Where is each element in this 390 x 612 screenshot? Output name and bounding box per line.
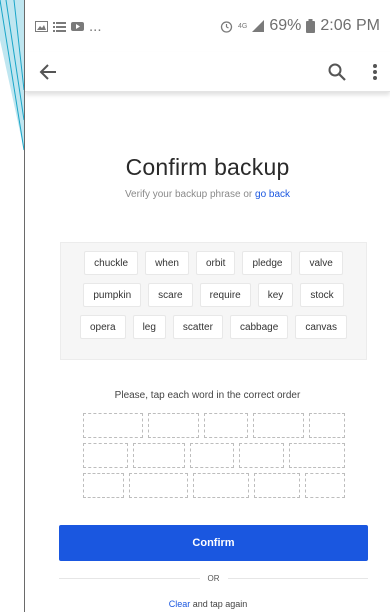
- word-chip[interactable]: leg: [132, 315, 166, 339]
- word-chip[interactable]: pledge: [242, 251, 293, 275]
- word-slot[interactable]: [309, 413, 345, 438]
- confirm-button[interactable]: Confirm: [59, 525, 368, 561]
- word-row-3: opera leg scatter cabbage canvas: [65, 315, 362, 339]
- list-notification-icon: [53, 21, 66, 32]
- network-type-label: 4G: [238, 22, 248, 30]
- clear-link[interactable]: Clear: [169, 599, 191, 609]
- word-slot[interactable]: [289, 443, 345, 468]
- word-slot[interactable]: [253, 413, 304, 438]
- word-slot[interactable]: [83, 443, 128, 468]
- word-slot[interactable]: [193, 473, 249, 498]
- word-slot[interactable]: [204, 413, 248, 438]
- slot-row-2: [83, 443, 345, 468]
- status-left-icons: ...: [35, 18, 102, 35]
- or-divider: OR: [59, 571, 368, 585]
- more-vertical-icon[interactable]: [372, 63, 378, 81]
- word-slot[interactable]: [190, 443, 234, 468]
- word-chip[interactable]: scare: [148, 283, 193, 307]
- battery-icon: [306, 19, 316, 33]
- word-chip[interactable]: chuckle: [84, 251, 139, 275]
- word-slot[interactable]: [129, 473, 188, 498]
- status-right-icons: 4G 69% 2:06 PM: [220, 17, 380, 35]
- word-chip[interactable]: require: [199, 283, 251, 307]
- alarm-icon: [220, 20, 233, 33]
- clear-suffix-text: and tap again: [190, 599, 248, 609]
- word-chip[interactable]: cabbage: [229, 315, 289, 339]
- signal-icon: [252, 20, 265, 32]
- image-notification-icon: [35, 20, 48, 32]
- word-slot[interactable]: [83, 473, 124, 498]
- app-bar-actions: [328, 63, 378, 81]
- app-bar: [25, 52, 390, 92]
- word-slot[interactable]: [305, 473, 345, 498]
- word-chip[interactable]: valve: [299, 251, 343, 275]
- order-instruction: Please, tap each word in the correct ord…: [114, 390, 301, 401]
- word-chip[interactable]: orbit: [195, 251, 236, 275]
- word-chip[interactable]: key: [257, 283, 294, 307]
- word-chip[interactable]: opera: [79, 315, 126, 339]
- slot-row-3: [83, 473, 345, 498]
- word-chip[interactable]: pumpkin: [83, 283, 142, 307]
- page-subtitle: Verify your backup phrase or go back: [25, 189, 390, 200]
- word-row-2: pumpkin scare require key stock: [65, 283, 362, 307]
- word-chip[interactable]: canvas: [295, 315, 347, 339]
- word-slot[interactable]: [133, 443, 185, 468]
- content: Confirm backup Verify your backup phrase…: [25, 154, 390, 498]
- clock-time: 2:06 PM: [320, 17, 380, 34]
- slot-row-1: [83, 413, 345, 438]
- word-slot[interactable]: [254, 473, 300, 498]
- subtitle-text: Verify your backup phrase or: [124, 189, 256, 200]
- video-notification-icon: [71, 21, 84, 32]
- word-chip[interactable]: stock: [300, 283, 344, 307]
- or-label: OR: [199, 573, 228, 583]
- page-title: Confirm backup: [125, 154, 290, 180]
- clear-instruction: Clear and tap again: [25, 599, 390, 609]
- phone-screen: ... 4G 69% 2:06 PM Confirm backup Verify…: [24, 0, 390, 612]
- back-arrow-icon[interactable]: [39, 63, 57, 80]
- word-chip[interactable]: scatter: [172, 315, 223, 339]
- word-row-1: chuckle when orbit pledge valve: [65, 251, 362, 275]
- word-chip[interactable]: when: [145, 251, 189, 275]
- word-slot-grid: [83, 413, 345, 498]
- status-bar: ... 4G 69% 2:06 PM: [25, 0, 390, 52]
- word-slot[interactable]: [239, 443, 284, 468]
- word-slot[interactable]: [83, 413, 143, 438]
- word-slot[interactable]: [148, 413, 199, 438]
- go-back-link[interactable]: go back: [255, 189, 290, 200]
- word-choice-panel: chuckle when orbit pledge valve pumpkin …: [60, 242, 367, 360]
- battery-percentage: 69%: [269, 17, 302, 34]
- more-notifications-text: ...: [89, 17, 102, 35]
- search-icon[interactable]: [328, 63, 346, 81]
